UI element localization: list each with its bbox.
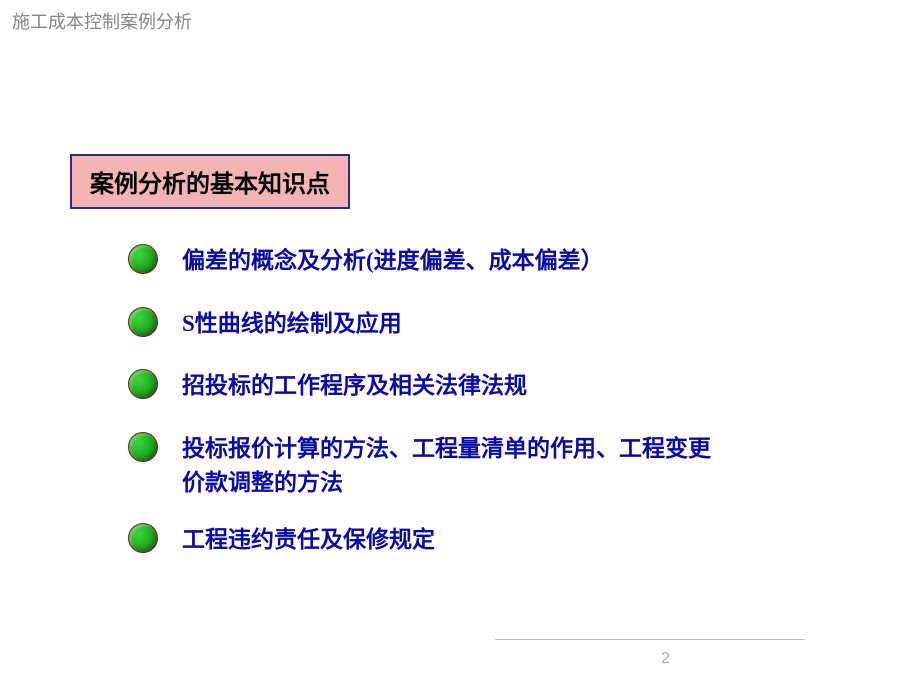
list-item: 工程违约责任及保修规定 xyxy=(128,523,828,558)
list-item: S性曲线的绘制及应用 xyxy=(128,307,828,342)
bullet-icon xyxy=(128,523,158,553)
bullet-icon xyxy=(128,244,158,274)
bullet-icon xyxy=(128,307,158,337)
list-item-text: 招投标的工作程序及相关法律法规 xyxy=(182,369,527,404)
title-box: 案例分析的基本知识点 xyxy=(70,154,350,209)
list-item: 投标报价计算的方法、工程量清单的作用、工程变更价款调整的方法 xyxy=(128,432,828,501)
bullet-icon xyxy=(128,432,158,462)
list-item: 招投标的工作程序及相关法律法规 xyxy=(128,369,828,404)
page-number: 2 xyxy=(661,650,670,668)
bullet-list: 偏差的概念及分析(进度偏差、成本偏差） S性曲线的绘制及应用 招投标的工作程序及… xyxy=(128,244,828,585)
footer-divider xyxy=(495,639,805,640)
list-item: 偏差的概念及分析(进度偏差、成本偏差） xyxy=(128,244,828,279)
title-box-text: 案例分析的基本知识点 xyxy=(90,172,330,198)
page-header: 施工成本控制案例分析 xyxy=(0,0,920,42)
bullet-icon xyxy=(128,369,158,399)
list-item-text: S性曲线的绘制及应用 xyxy=(182,307,402,342)
list-item-text: 偏差的概念及分析(进度偏差、成本偏差） xyxy=(182,244,604,279)
header-title: 施工成本控制案例分析 xyxy=(12,12,192,32)
list-item-text: 投标报价计算的方法、工程量清单的作用、工程变更价款调整的方法 xyxy=(182,432,722,501)
list-item-text: 工程违约责任及保修规定 xyxy=(182,523,435,558)
